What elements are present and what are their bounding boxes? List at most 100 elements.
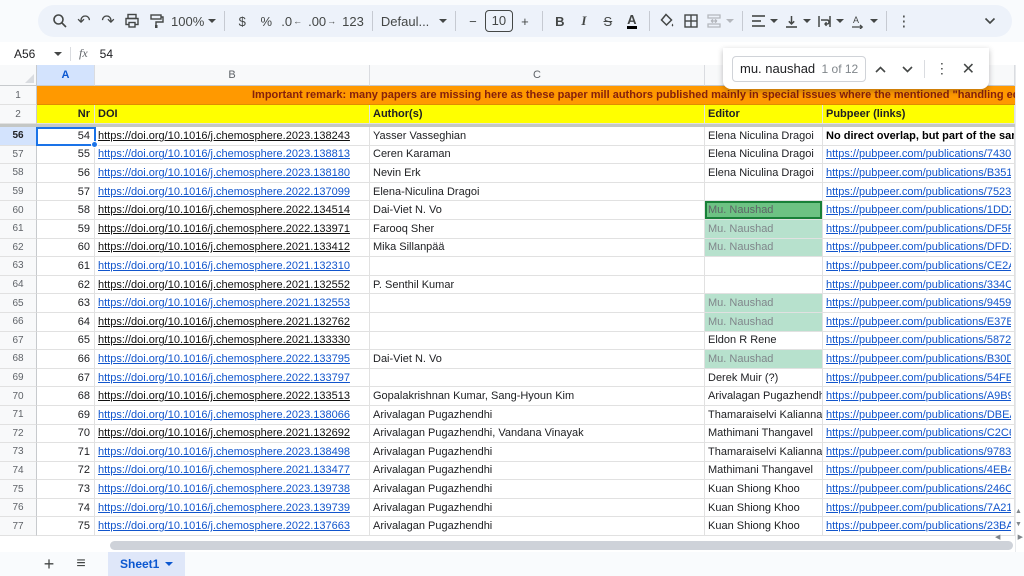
pubpeer-link[interactable]: https://pubpeer.com/publications/74301A xyxy=(826,148,1011,160)
formula-input[interactable]: 54 xyxy=(100,47,113,61)
pubpeer-link[interactable]: https://pubpeer.com/publications/DF5F62 xyxy=(826,223,1011,235)
cell-nr[interactable]: 59 xyxy=(37,220,95,239)
cell-editor[interactable]: Mu. Naushad xyxy=(705,350,823,369)
cell-author[interactable]: P. Senthil Kumar xyxy=(370,276,705,295)
pubpeer-link[interactable]: https://pubpeer.com/publications/C2C63B xyxy=(826,427,1011,439)
cell-author[interactable]: Arivalagan Pugazhendhi xyxy=(370,462,705,481)
cell-doi[interactable]: https://doi.org/10.1016/j.chemosphere.20… xyxy=(95,425,370,444)
doi-link[interactable]: https://doi.org/10.1016/j.chemosphere.20… xyxy=(98,148,350,160)
cell-editor[interactable]: Kuan Shiong Khoo xyxy=(705,517,823,536)
row-header[interactable]: 61 xyxy=(0,220,37,239)
doi-link[interactable]: https://doi.org/10.1016/j.chemosphere.20… xyxy=(98,334,350,346)
horizontal-scroll-arrows[interactable]: ◀▶ xyxy=(995,533,1023,541)
previous-match-button[interactable] xyxy=(869,57,892,81)
row-header[interactable]: 71 xyxy=(0,406,37,425)
doi-link[interactable]: https://doi.org/10.1016/j.chemosphere.20… xyxy=(98,446,350,458)
font-family-select[interactable]: Defaul... xyxy=(378,8,450,34)
cell-doi[interactable]: https://doi.org/10.1016/j.chemosphere.20… xyxy=(95,220,370,239)
font-size-input[interactable]: 10 xyxy=(485,10,513,32)
row-header[interactable]: 62 xyxy=(0,239,37,258)
column-header-a[interactable]: A xyxy=(37,65,95,86)
row-header[interactable]: 70 xyxy=(0,387,37,406)
merge-cells-button[interactable] xyxy=(703,8,737,34)
cell-editor[interactable]: Mathimani Thangavel xyxy=(705,425,823,444)
cell-editor[interactable]: Mu. Naushad xyxy=(705,294,823,313)
cell-pubpeer[interactable]: https://pubpeer.com/publications/E37B06 xyxy=(823,313,1015,332)
strikethrough-button[interactable]: S xyxy=(596,8,620,34)
cell-editor[interactable] xyxy=(705,257,823,276)
cell-author[interactable]: Ceren Karaman xyxy=(370,146,705,165)
cell-author[interactable]: Arivalagan Pugazhendhi xyxy=(370,480,705,499)
cell-author[interactable]: Arivalagan Pugazhendhi xyxy=(370,517,705,536)
header-cell-pubpeer[interactable]: Pubpeer (links) xyxy=(823,105,1015,124)
pubpeer-link[interactable]: https://pubpeer.com/publications/5872F8 xyxy=(826,334,1011,346)
cell-nr[interactable]: 63 xyxy=(37,294,95,313)
header-cell-nr[interactable]: Nr xyxy=(37,105,95,124)
cell-nr[interactable]: 55 xyxy=(37,146,95,165)
format-percent-button[interactable]: % xyxy=(254,8,278,34)
cell-nr[interactable]: 66 xyxy=(37,350,95,369)
row-header[interactable]: 72 xyxy=(0,425,37,444)
row-header[interactable]: 76 xyxy=(0,499,37,518)
cell-nr[interactable]: 73 xyxy=(37,480,95,499)
cell-doi[interactable]: https://doi.org/10.1016/j.chemosphere.20… xyxy=(95,294,370,313)
doi-link[interactable]: https://doi.org/10.1016/j.chemosphere.20… xyxy=(98,483,350,495)
row-header[interactable]: 63 xyxy=(0,257,37,276)
pubpeer-link[interactable]: https://pubpeer.com/publications/7A2121 xyxy=(826,502,1011,514)
doi-link[interactable]: https://doi.org/10.1016/j.chemosphere.20… xyxy=(98,130,350,142)
more-options-button[interactable]: ⋮ xyxy=(930,57,953,81)
cell-author[interactable] xyxy=(370,257,705,276)
cell-pubpeer[interactable]: https://pubpeer.com/publications/5872F8 xyxy=(823,332,1015,351)
cell-pubpeer[interactable]: https://pubpeer.com/publications/B30D05 xyxy=(823,350,1015,369)
cell-pubpeer[interactable]: https://pubpeer.com/publications/DFD345 xyxy=(823,239,1015,258)
scroll-right-icon[interactable]: ▶ xyxy=(1018,533,1023,541)
cell-nr[interactable]: 61 xyxy=(37,257,95,276)
cell-nr[interactable]: 75 xyxy=(37,517,95,536)
cell-author[interactable]: Elena-Niculina Dragoi xyxy=(370,183,705,202)
pubpeer-link[interactable]: https://pubpeer.com/publications/978385 xyxy=(826,446,1011,458)
row-header[interactable]: 74 xyxy=(0,462,37,481)
row-header[interactable]: 69 xyxy=(0,369,37,388)
cell-author[interactable]: Nevin Erk xyxy=(370,164,705,183)
pubpeer-link[interactable]: https://pubpeer.com/publications/E37B06 xyxy=(826,316,1011,328)
doi-link[interactable]: https://doi.org/10.1016/j.chemosphere.20… xyxy=(98,520,350,532)
text-color-button[interactable]: A xyxy=(620,8,644,34)
row-header[interactable]: 57 xyxy=(0,146,37,165)
cell-pubpeer[interactable]: https://pubpeer.com/publications/A9B9B1 xyxy=(823,387,1015,406)
row-header[interactable]: 64 xyxy=(0,276,37,295)
scroll-down-icon[interactable]: ▼ xyxy=(1015,521,1022,528)
redo-button[interactable]: ↷ xyxy=(96,8,120,34)
cell-editor[interactable]: Elena Niculina Dragoi xyxy=(705,127,823,146)
format-currency-button[interactable]: $ xyxy=(230,8,254,34)
cell-editor[interactable]: Eldon R Rene xyxy=(705,332,823,351)
cell-editor[interactable]: Mu. Naushad xyxy=(705,239,823,258)
decrease-decimal-button[interactable]: .0← xyxy=(278,8,305,34)
text-rotation-button[interactable]: A xyxy=(847,8,881,34)
cell-editor[interactable]: Mu. Naushad xyxy=(705,220,823,239)
increase-font-size-button[interactable]: + xyxy=(513,8,537,34)
cell-doi[interactable]: https://doi.org/10.1016/j.chemosphere.20… xyxy=(95,462,370,481)
cell-author[interactable]: Gopalakrishnan Kumar, Sang-Hyoun Kim xyxy=(370,387,705,406)
row-header[interactable]: 59 xyxy=(0,183,37,202)
pubpeer-link[interactable]: https://pubpeer.com/publications/B30D05 xyxy=(826,353,1011,365)
cell-author[interactable]: Arivalagan Pugazhendhi, Vandana Vinayak xyxy=(370,425,705,444)
cell-pubpeer[interactable]: https://pubpeer.com/publications/7A2121 xyxy=(823,499,1015,518)
doi-link[interactable]: https://doi.org/10.1016/j.chemosphere.20… xyxy=(98,316,350,328)
cell-nr[interactable]: 64 xyxy=(37,313,95,332)
cell-nr[interactable]: 70 xyxy=(37,425,95,444)
cell-author[interactable]: Farooq Sher xyxy=(370,220,705,239)
cell-editor[interactable]: Kuan Shiong Khoo xyxy=(705,480,823,499)
pubpeer-link[interactable]: https://pubpeer.com/publications/54FE32 xyxy=(826,372,1011,384)
cell-nr[interactable]: 65 xyxy=(37,332,95,351)
cell-nr[interactable]: 74 xyxy=(37,499,95,518)
doi-link[interactable]: https://doi.org/10.1016/j.chemosphere.20… xyxy=(98,353,350,365)
cell-pubpeer[interactable]: https://pubpeer.com/publications/DF5F62 xyxy=(823,220,1015,239)
cell-pubpeer[interactable]: https://pubpeer.com/publications/23BAF2 xyxy=(823,517,1015,536)
cell-pubpeer[interactable]: https://pubpeer.com/publications/74301A xyxy=(823,146,1015,165)
cell-author[interactable]: Mika Sillanpää xyxy=(370,239,705,258)
cell-doi[interactable]: https://doi.org/10.1016/j.chemosphere.20… xyxy=(95,257,370,276)
cell-doi[interactable]: https://doi.org/10.1016/j.chemosphere.20… xyxy=(95,387,370,406)
italic-button[interactable]: I xyxy=(572,8,596,34)
cell-doi[interactable]: https://doi.org/10.1016/j.chemosphere.20… xyxy=(95,313,370,332)
doi-link[interactable]: https://doi.org/10.1016/j.chemosphere.20… xyxy=(98,427,350,439)
